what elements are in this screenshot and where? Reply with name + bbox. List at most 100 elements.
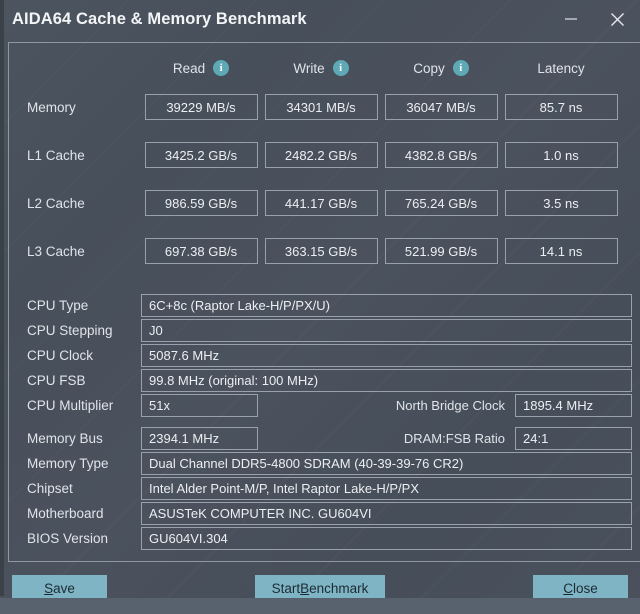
benchmark-row-l1-cache: L1 Cache 3425.2 GB/s 2482.2 GB/s 4382.8 … [9, 131, 640, 179]
cell-memory-read: 39229 MB/s [141, 94, 261, 120]
row-label-l1-cache: L1 Cache [27, 147, 85, 163]
benchmark-header-row: Read i Write i Copy i Latency [9, 53, 640, 83]
memory-bus-row: Memory Bus 2394.1 MHz DRAM:FSB Ratio 24:… [17, 426, 632, 450]
value-memory-copy: 36047 MB/s [384, 94, 498, 120]
value-l2-copy: 765.24 GB/s [384, 190, 498, 216]
value-l2-write: 441.17 GB/s [264, 190, 378, 216]
cpu-clock-label: CPU Clock [27, 347, 94, 363]
close-button-label-after: lose [572, 580, 598, 596]
cpu-type-row: CPU Type 6C+8c (Raptor Lake-H/P/PX/U) [17, 293, 632, 317]
save-button-label-after: ave [53, 580, 75, 596]
value-l1-read: 3425.2 GB/s [144, 142, 258, 168]
window-title: AIDA64 Cache & Memory Benchmark [12, 9, 307, 28]
benchmark-row-memory: Memory 39229 MB/s 34301 MB/s 36047 MB/s … [9, 83, 640, 131]
column-header-latency: Latency [501, 61, 621, 76]
column-header-copy: Copy i [381, 60, 501, 76]
cell-memory-write: 34301 MB/s [261, 94, 381, 120]
memory-bus-value: 2394.1 MHz [141, 426, 258, 450]
app-window: AIDA64 Cache & Memory Benchmark Read i W… [0, 0, 640, 614]
cell-l2-write: 441.17 GB/s [261, 190, 381, 216]
system-info-table: Memory Bus 2394.1 MHz DRAM:FSB Ratio 24:… [9, 418, 640, 551]
motherboard-value: ASUSTeK COMPUTER INC. GU604VI [141, 501, 632, 525]
value-l1-write: 2482.2 GB/s [264, 142, 378, 168]
column-header-read-label: Read [172, 60, 206, 76]
cpu-multiplier-label: CPU Multiplier [27, 397, 114, 413]
start-button-accel: B [300, 580, 310, 596]
cell-l3-write: 363.15 GB/s [261, 238, 381, 264]
cell-memory-copy: 36047 MB/s [381, 94, 501, 120]
north-bridge-clock-label: North Bridge Clock [395, 397, 505, 413]
north-bridge-clock-value: 1895.4 MHz [515, 393, 632, 417]
read-info-icon[interactable]: i [213, 60, 230, 76]
bottom-accent-strip [0, 598, 640, 614]
cell-l1-read: 3425.2 GB/s [141, 142, 261, 168]
value-memory-read: 39229 MB/s [144, 94, 258, 120]
cpu-multiplier-value: 51x [141, 393, 258, 417]
value-l2-read: 986.59 GB/s [144, 190, 258, 216]
motherboard-label: Motherboard [27, 505, 104, 521]
cpu-stepping-row: CPU Stepping J0 [17, 318, 632, 342]
write-info-icon[interactable]: i [332, 60, 349, 76]
window-controls [548, 0, 640, 38]
benchmark-row-l2-cache: L2 Cache 986.59 GB/s 441.17 GB/s 765.24 … [9, 179, 640, 227]
start-button-label-after: enchmark [309, 580, 369, 596]
copy-info-icon[interactable]: i [452, 60, 469, 76]
column-header-latency-label: Latency [537, 60, 585, 76]
memory-type-label: Memory Type [27, 455, 109, 471]
chipset-value: Intel Alder Point-M/P, Intel Raptor Lake… [141, 476, 632, 500]
cell-l2-read: 986.59 GB/s [141, 190, 261, 216]
value-l1-latency: 1.0 ns [504, 142, 618, 168]
cpu-clock-value: 5087.6 MHz [141, 343, 632, 367]
title-bar: AIDA64 Cache & Memory Benchmark [0, 0, 640, 38]
cell-l2-copy: 765.24 GB/s [381, 190, 501, 216]
memory-type-value: Dual Channel DDR5-4800 SDRAM (40-39-39-7… [141, 451, 632, 475]
cpu-stepping-value: J0 [141, 318, 632, 342]
cpu-fsb-label: CPU FSB [27, 372, 86, 388]
cell-l2-latency: 3.5 ns [501, 190, 621, 216]
cpu-stepping-label: CPU Stepping [27, 322, 113, 338]
benchmark-row-l3-cache: L3 Cache 697.38 GB/s 363.15 GB/s 521.99 … [9, 227, 640, 275]
value-l1-copy: 4382.8 GB/s [384, 142, 498, 168]
memory-type-row: Memory Type Dual Channel DDR5-4800 SDRAM… [17, 451, 632, 475]
bios-version-row: BIOS Version GU604VI.304 [17, 526, 632, 550]
chipset-label: Chipset [27, 480, 73, 496]
cell-l3-latency: 14.1 ns [501, 238, 621, 264]
cpu-multiplier-row: CPU Multiplier 51x North Bridge Clock 18… [17, 393, 632, 417]
motherboard-row: Motherboard ASUSTeK COMPUTER INC. GU604V… [17, 501, 632, 525]
main-panel: Read i Write i Copy i Latency Memory 392… [8, 42, 640, 562]
value-l2-latency: 3.5 ns [504, 190, 618, 216]
row-label-memory: Memory [27, 99, 76, 115]
chipset-row: Chipset Intel Alder Point-M/P, Intel Rap… [17, 476, 632, 500]
cpu-info-table: CPU Type 6C+8c (Raptor Lake-H/P/PX/U) CP… [9, 285, 640, 418]
value-l3-copy: 521.99 GB/s [384, 238, 498, 264]
column-header-write-label: Write [293, 60, 325, 76]
column-header-read: Read i [141, 60, 261, 76]
dram-fsb-ratio-label: DRAM:FSB Ratio [403, 430, 505, 446]
cell-l1-latency: 1.0 ns [501, 142, 621, 168]
value-l3-write: 363.15 GB/s [264, 238, 378, 264]
column-header-copy-label: Copy [413, 60, 445, 76]
value-l3-read: 697.38 GB/s [144, 238, 258, 264]
value-l3-latency: 14.1 ns [504, 238, 618, 264]
bios-version-value: GU604VI.304 [141, 526, 632, 550]
cpu-type-value: 6C+8c (Raptor Lake-H/P/PX/U) [141, 293, 632, 317]
column-header-write: Write i [261, 60, 381, 76]
cpu-fsb-row: CPU FSB 99.8 MHz (original: 100 MHz) [17, 368, 632, 392]
cell-l3-copy: 521.99 GB/s [381, 238, 501, 264]
value-memory-latency: 85.7 ns [504, 94, 618, 120]
bios-version-label: BIOS Version [27, 530, 109, 546]
dram-fsb-ratio-value: 24:1 [515, 426, 632, 450]
memory-bus-label: Memory Bus [27, 430, 103, 446]
cpu-clock-row: CPU Clock 5087.6 MHz [17, 343, 632, 367]
cpu-fsb-value: 99.8 MHz (original: 100 MHz) [141, 368, 632, 392]
window-left-edge [0, 0, 4, 596]
minimize-icon[interactable] [548, 0, 594, 38]
cell-memory-latency: 85.7 ns [501, 94, 621, 120]
save-button-accel: S [44, 580, 54, 596]
start-button-label-before: Start [271, 580, 301, 596]
cell-l3-read: 697.38 GB/s [141, 238, 261, 264]
benchmark-results-grid: Read i Write i Copy i Latency Memory 392… [9, 43, 640, 283]
close-button-accel: C [563, 580, 573, 596]
row-label-l3-cache: L3 Cache [27, 243, 85, 259]
close-icon[interactable] [594, 0, 640, 38]
